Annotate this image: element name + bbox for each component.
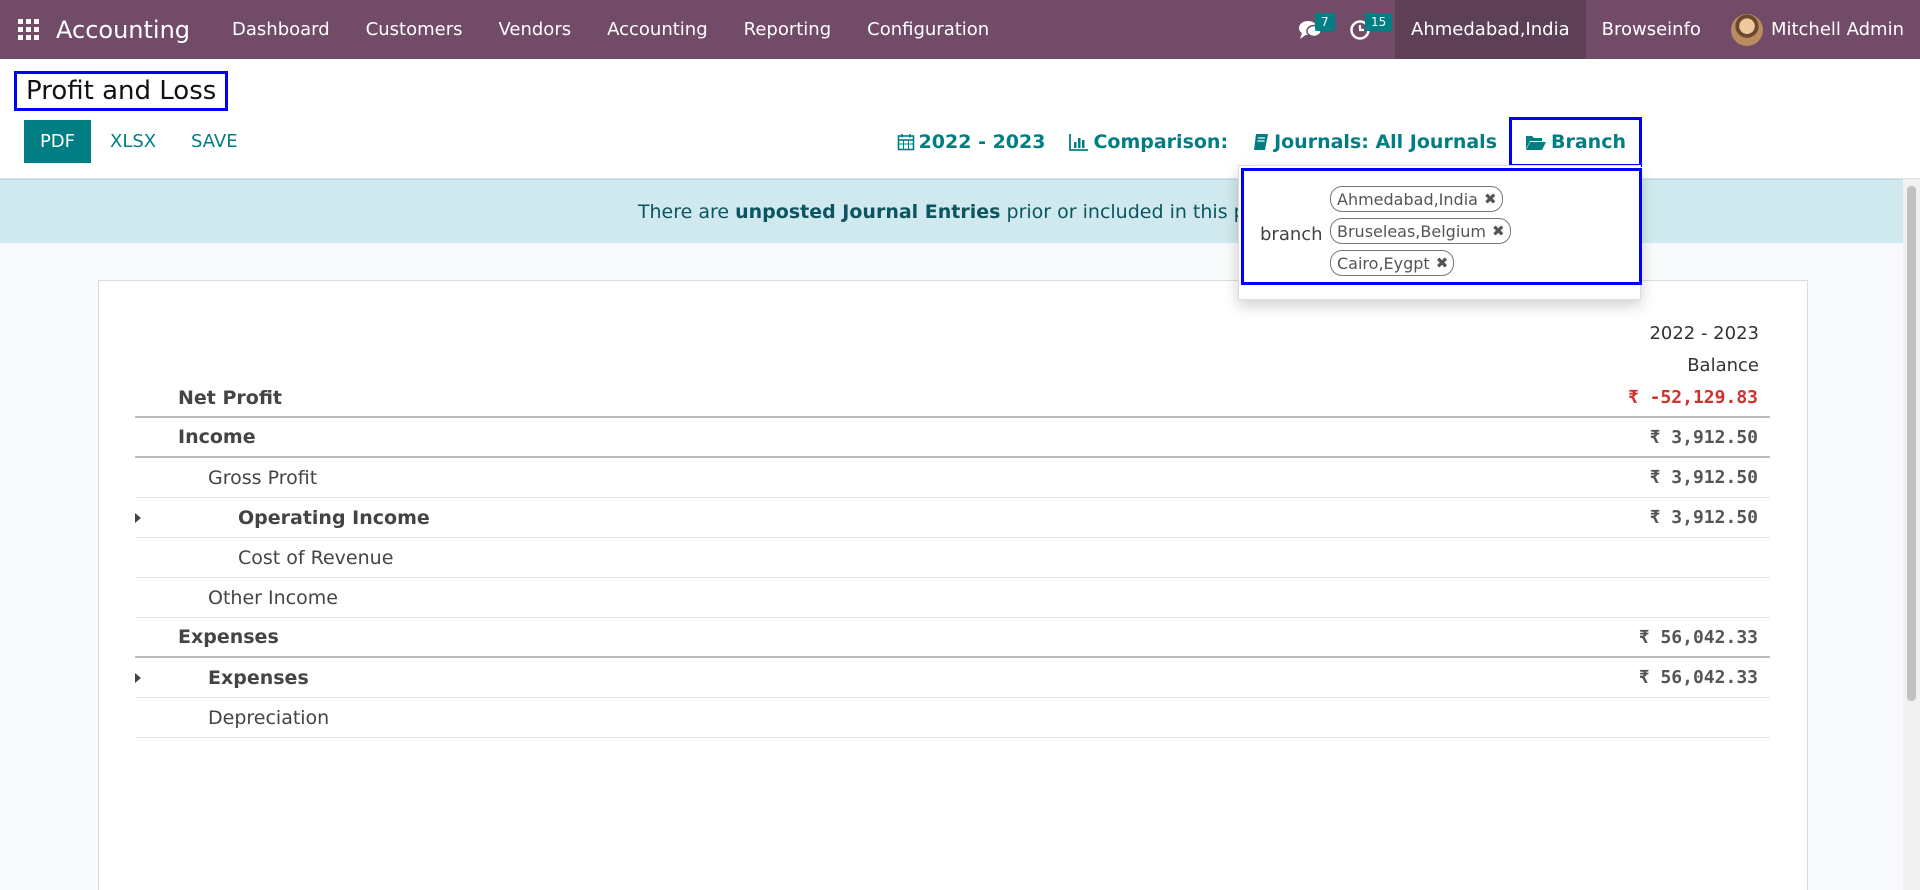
branch-tags: Ahmedabad,India ✖ Bruseleas,Belgium ✖ Ca… (1330, 186, 1630, 282)
line-label: Gross Profit (208, 466, 318, 489)
pdf-button[interactable]: PDF (24, 120, 91, 163)
line-expenses-section[interactable]: Expenses ₹ 56,042.33 (135, 618, 1770, 658)
line-net-profit[interactable]: Net Profit ₹ -52,129.83 (135, 379, 1770, 418)
comparison-filter[interactable]: Comparison: (1057, 117, 1240, 167)
line-expenses[interactable]: Expenses ₹ 56,042.33 (135, 658, 1770, 698)
remove-tag-icon[interactable]: ✖ (1484, 190, 1497, 208)
line-label: Cost of Revenue (238, 546, 394, 569)
bar-chart-icon (1069, 134, 1089, 151)
line-label: Income (178, 426, 256, 448)
journals-filter[interactable]: Journals: All Journals (1240, 117, 1509, 167)
line-value: ₹ 3,912.50 (1649, 426, 1758, 448)
branch-tag-label: Ahmedabad,India (1337, 189, 1478, 209)
branch-selector[interactable]: branch Ahmedabad,India ✖ Bruseleas,Belgi… (1241, 168, 1642, 285)
expand-caret-icon[interactable] (135, 672, 141, 683)
line-label: Other Income (208, 586, 338, 609)
unposted-entries-link[interactable]: unposted Journal Entries (735, 201, 1000, 223)
line-value: ₹ 56,042.33 (1638, 667, 1758, 688)
page-title: Profit and Loss (14, 71, 229, 111)
line-depreciation[interactable]: Depreciation (135, 698, 1770, 738)
calendar-icon (897, 134, 914, 151)
branch-field-label: branch (1260, 224, 1323, 245)
menu-accounting[interactable]: Accounting (589, 0, 726, 59)
apps-menu-icon[interactable] (0, 0, 56, 59)
menu-customers[interactable]: Customers (348, 0, 481, 59)
avatar (1730, 13, 1763, 46)
main-menu: Dashboard Customers Vendors Accounting R… (214, 0, 1007, 59)
branch-tag: Cairo,Eygpt ✖ (1330, 250, 1455, 276)
control-panel: Profit and Loss PDF XLSX SAVE 2022 - 202… (0, 59, 1920, 179)
line-label: Expenses (178, 626, 279, 648)
menu-dashboard[interactable]: Dashboard (214, 0, 348, 59)
line-income[interactable]: Income ₹ 3,912.50 (135, 418, 1770, 458)
company-browseinfo[interactable]: Browseinfo (1586, 0, 1717, 59)
activities-button[interactable]: 15 (1335, 0, 1393, 59)
line-gross-profit[interactable]: Gross Profit ₹ 3,912.50 (135, 458, 1770, 498)
report-filters: 2022 - 2023 Comparison: Journals: All Jo… (885, 117, 1920, 167)
date-filter[interactable]: 2022 - 2023 (885, 117, 1058, 167)
menu-reporting[interactable]: Reporting (726, 0, 850, 59)
balance-column-header: Balance (1687, 355, 1759, 376)
line-operating-income[interactable]: Operating Income ₹ 3,912.50 (135, 498, 1770, 538)
line-label: Net Profit (178, 386, 282, 409)
alert-prefix: There are (637, 201, 736, 223)
period-header: 2022 - 2023 (1649, 323, 1759, 344)
line-label: Expenses (208, 666, 309, 689)
line-label: Depreciation (208, 706, 330, 729)
branch-dropdown: branch Ahmedabad,India ✖ Bruseleas,Belgi… (1238, 165, 1642, 300)
current-company-switcher[interactable]: Ahmedabad,India (1395, 0, 1586, 59)
user-name: Mitchell Admin (1770, 19, 1904, 40)
line-label: Operating Income (238, 506, 430, 529)
folder-open-icon (1526, 135, 1546, 150)
remove-tag-icon[interactable]: ✖ (1436, 254, 1449, 272)
top-navbar: Accounting Dashboard Customers Vendors A… (0, 0, 1920, 59)
navbar-systray: 7 15 Ahmedabad,India Browseinfo Mitchell… (1285, 0, 1920, 59)
branch-filter[interactable]: Branch (1509, 117, 1642, 167)
branch-tag-label: Cairo,Eygpt (1337, 253, 1430, 273)
expand-caret-icon[interactable] (135, 512, 141, 523)
save-button[interactable]: SAVE (191, 120, 238, 163)
branch-filter-label: Branch (1551, 131, 1626, 153)
line-other-income[interactable]: Other Income (135, 578, 1770, 618)
menu-vendors[interactable]: Vendors (480, 0, 589, 59)
line-value: ₹ -52,129.83 (1627, 387, 1758, 408)
journals-filter-label: Journals: All Journals (1274, 131, 1497, 153)
menu-configuration[interactable]: Configuration (849, 0, 1007, 59)
xlsx-button[interactable]: XLSX (110, 120, 156, 163)
branch-tag: Ahmedabad,India ✖ (1330, 186, 1503, 212)
line-value: ₹ 3,912.50 (1649, 467, 1758, 488)
messages-button[interactable]: 7 (1285, 0, 1335, 59)
branch-tag: Bruseleas,Belgium ✖ (1330, 218, 1511, 244)
report-lines: Net Profit ₹ -52,129.83 Income ₹ 3,912.5… (135, 379, 1770, 738)
line-value: ₹ 56,042.33 (1638, 626, 1758, 648)
scrollbar-thumb[interactable] (1907, 186, 1916, 701)
date-filter-label: 2022 - 2023 (918, 131, 1046, 153)
activities-count-badge: 15 (1365, 13, 1393, 31)
book-icon (1254, 134, 1269, 150)
user-menu[interactable]: Mitchell Admin (1717, 13, 1920, 46)
report-sheet: 2022 - 2023 Balance Net Profit ₹ -52,129… (98, 280, 1808, 890)
line-value: ₹ 3,912.50 (1649, 507, 1758, 528)
app-brand[interactable]: Accounting (56, 16, 190, 44)
line-cost-of-revenue[interactable]: Cost of Revenue (135, 538, 1770, 578)
comparison-filter-label: Comparison: (1093, 131, 1229, 153)
messages-count-badge: 7 (1315, 13, 1335, 31)
remove-tag-icon[interactable]: ✖ (1492, 222, 1505, 240)
branch-tag-label: Bruseleas,Belgium (1337, 221, 1486, 241)
